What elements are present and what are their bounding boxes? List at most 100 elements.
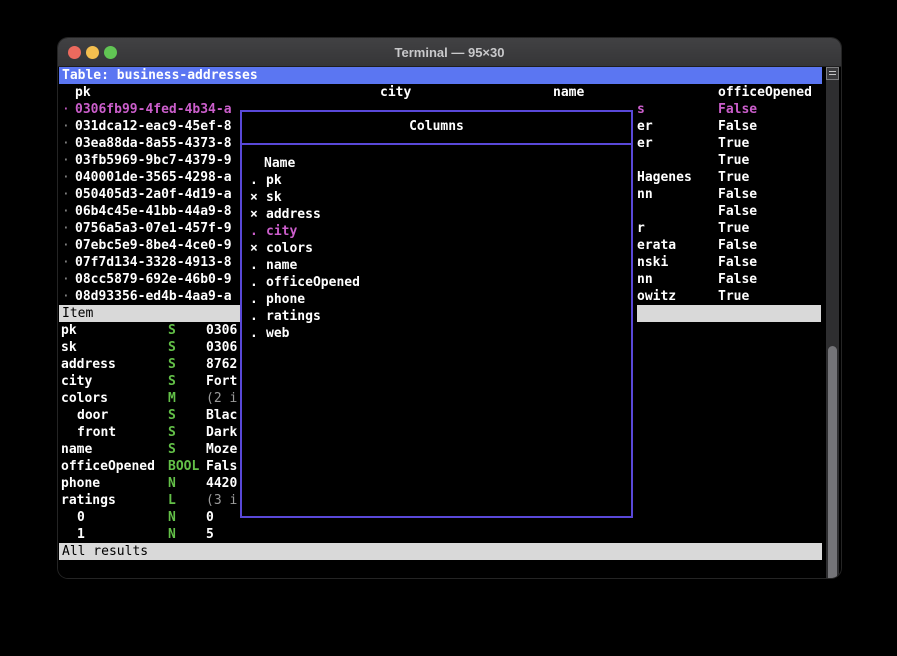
column-option[interactable]: . city — [242, 223, 622, 240]
item-attr-value: 0306 — [206, 322, 237, 339]
item-attr-type: S — [168, 424, 176, 441]
row-bullet-icon: · — [62, 254, 70, 271]
row-bullet-icon: · — [62, 118, 70, 135]
item-attr-value: Fals — [206, 458, 237, 475]
item-attr-value: Blac — [206, 407, 237, 424]
column-option-marker-icon: . — [250, 223, 258, 240]
item-attr-key: city — [61, 373, 92, 390]
column-option-label: officeOpened — [266, 274, 360, 291]
window-title: Terminal — 95×30 — [58, 38, 841, 67]
cell-officeOpened: False — [718, 186, 757, 203]
row-bullet-icon: · — [62, 237, 70, 254]
item-attr-value: Moze — [206, 441, 237, 458]
scrollbar-thumb[interactable] — [828, 346, 837, 578]
column-option[interactable]: . phone — [242, 291, 622, 308]
column-option[interactable]: .officeOpened — [242, 274, 622, 291]
item-attr-type: BOOL — [168, 458, 199, 475]
row-bullet-icon: · — [62, 135, 70, 152]
cell-name: Hagenes — [637, 169, 692, 186]
cell-pk: 0756a5a3-07e1-457f-9 — [75, 220, 232, 237]
item-attr-type: N — [168, 526, 176, 543]
item-attr-key: front — [77, 424, 116, 441]
cell-officeOpened: False — [718, 203, 757, 220]
cell-officeOpened: True — [718, 288, 749, 305]
columns-dialog: Columns Name .pk×sk×address.city×colors.… — [240, 110, 633, 518]
column-option[interactable]: ×sk — [242, 189, 622, 206]
row-bullet-icon: · — [62, 101, 70, 118]
item-attr-key: officeOpened — [61, 458, 155, 475]
item-attribute-row[interactable]: 1 N 5 — [58, 526, 638, 543]
column-option[interactable]: ×colors — [242, 240, 622, 257]
columns-dialog-separator — [242, 143, 631, 145]
cell-name: r — [637, 220, 645, 237]
cell-officeOpened: False — [718, 118, 757, 135]
item-attr-key: address — [61, 356, 116, 373]
item-panel-header-right — [637, 305, 821, 322]
cell-officeOpened: False — [718, 237, 757, 254]
column-option[interactable]: . pk — [242, 172, 622, 189]
cell-name: er — [637, 118, 653, 135]
cell-pk: 07ebc5e9-8be4-4ce0-9 — [75, 237, 232, 254]
item-attr-type: S — [168, 407, 176, 424]
column-option[interactable]: .name — [242, 257, 622, 274]
column-option-label: phone — [266, 291, 305, 308]
item-attr-type: L — [168, 492, 176, 509]
item-attr-key: ratings — [61, 492, 116, 509]
column-header-name: name — [553, 84, 584, 101]
table-name-bar: Table: business-addresses — [59, 67, 822, 84]
item-attr-type: S — [168, 441, 176, 458]
item-attr-key: 1 — [77, 526, 85, 543]
status-bar: All results — [59, 543, 822, 560]
cell-pk: 040001de-3565-4298-a — [75, 169, 232, 186]
item-panel-header: Item — [59, 305, 240, 322]
split-pane-icon[interactable] — [826, 67, 839, 80]
cell-officeOpened: False — [718, 254, 757, 271]
cell-pk: 06b4c45e-41bb-44a9-8 — [75, 203, 232, 220]
cell-name: erata — [637, 237, 676, 254]
item-attr-value: 5 — [206, 526, 214, 543]
item-attr-value: Fort — [206, 373, 237, 390]
columns-list-header: Name — [264, 155, 295, 172]
item-attr-key: colors — [61, 390, 108, 407]
scrollbar-track[interactable] — [826, 80, 839, 578]
item-attr-value: Dark — [206, 424, 237, 441]
item-attr-type: S — [168, 322, 176, 339]
column-option[interactable]: .ratings — [242, 308, 622, 325]
row-bullet-icon: · — [62, 186, 70, 203]
column-option-label: sk — [266, 189, 282, 206]
cell-name: owitz — [637, 288, 676, 305]
scrollbar-column — [826, 67, 839, 578]
cell-pk: 03ea88da-8a55-4373-8 — [75, 135, 232, 152]
item-attr-key: sk — [61, 339, 77, 356]
item-attr-type: S — [168, 356, 176, 373]
cell-officeOpened: False — [718, 101, 757, 118]
item-attr-value: 0 — [206, 509, 214, 526]
item-attr-value: (3 i — [206, 492, 237, 509]
item-attr-key: phone — [61, 475, 100, 492]
cell-name: nn — [637, 186, 653, 203]
results-header-row: pk city name officeOpened — [58, 84, 821, 101]
row-bullet-icon: · — [62, 288, 70, 305]
column-option[interactable]: .web — [242, 325, 622, 342]
item-attr-type: M — [168, 390, 176, 407]
column-header-pk: pk — [75, 84, 91, 101]
row-bullet-icon: · — [62, 169, 70, 186]
row-bullet-icon: · — [62, 203, 70, 220]
cell-pk: 07f7d134-3328-4913-8 — [75, 254, 232, 271]
row-bullet-icon: · — [62, 220, 70, 237]
item-attr-key: door — [77, 407, 108, 424]
cell-pk: 08d93356-ed4b-4aa9-a — [75, 288, 232, 305]
column-option[interactable]: ×address — [242, 206, 622, 223]
column-option-label: pk — [266, 172, 282, 189]
cell-pk: 031dca12-eac9-45ef-8 — [75, 118, 232, 135]
cell-officeOpened: True — [718, 220, 749, 237]
column-option-marker-icon: . — [250, 291, 258, 308]
column-option-marker-icon: . — [250, 325, 258, 342]
row-bullet-icon: · — [62, 152, 70, 169]
window-titlebar[interactable]: Terminal — 95×30 — [58, 38, 841, 67]
item-attr-value: (2 i — [206, 390, 237, 407]
column-option-marker-icon: . — [250, 172, 258, 189]
column-option-label: city — [266, 223, 297, 240]
column-option-label: address — [266, 206, 321, 223]
column-header-city: city — [380, 84, 411, 101]
